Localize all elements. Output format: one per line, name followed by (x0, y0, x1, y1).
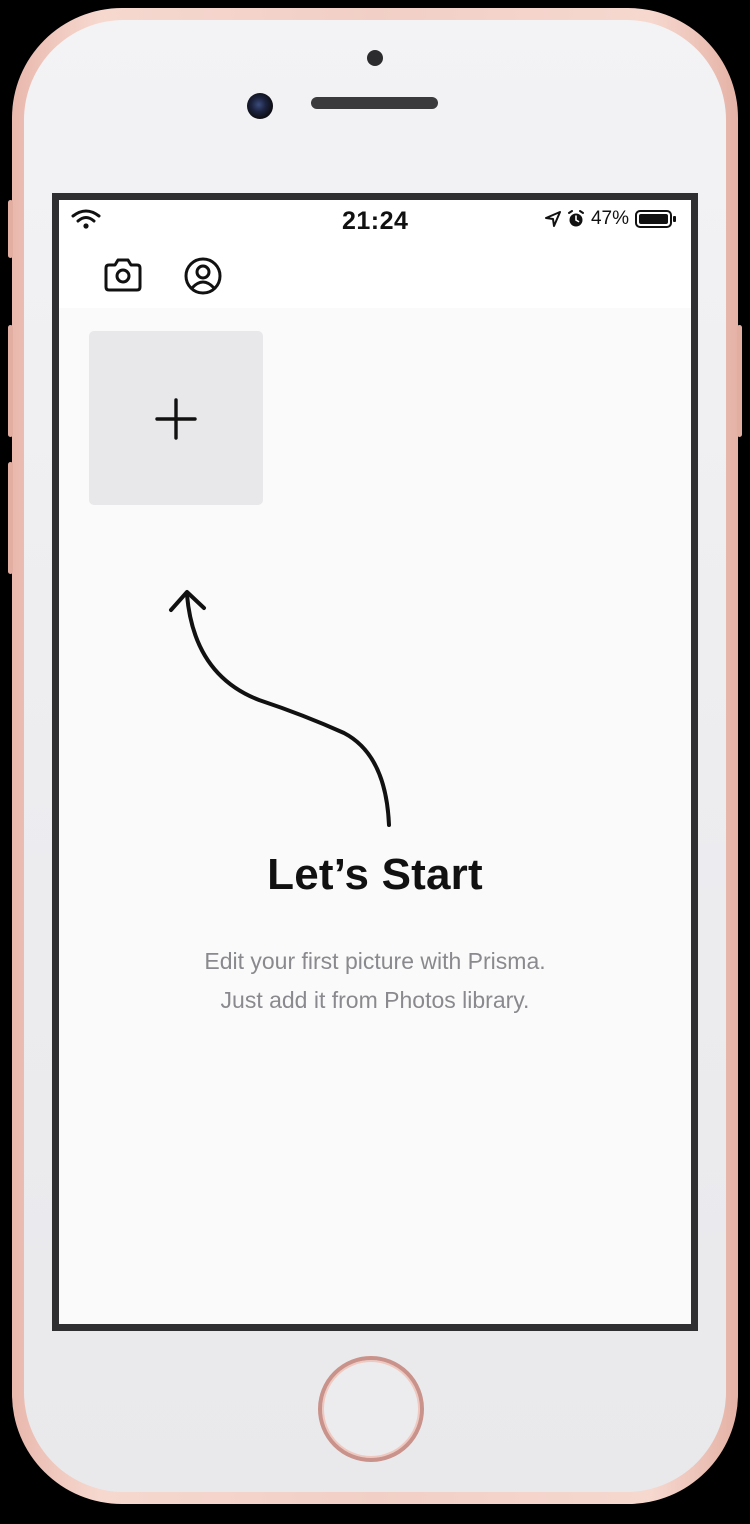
volume-down-button (8, 462, 13, 574)
add-photo-tile[interactable] (89, 331, 263, 505)
wifi-icon (71, 209, 101, 229)
profile-icon[interactable] (181, 254, 225, 298)
volume-up-button (8, 325, 13, 437)
empty-state-title: Let’s Start (267, 850, 483, 899)
app-screen: 21:24 47% Let’s Start Edit your first pi… (52, 193, 698, 1331)
empty-state-line-1: Edit your first picture with Prisma. (204, 948, 546, 974)
plus-icon (155, 398, 197, 440)
status-right-group: 47% (544, 208, 677, 230)
home-button[interactable] (318, 1356, 424, 1462)
status-bar: 21:24 47% (59, 200, 691, 240)
empty-state-description: Edit your first picture with Prisma. Jus… (59, 942, 691, 1020)
camera-icon[interactable] (101, 254, 145, 298)
curved-arrow-icon (169, 590, 391, 827)
app-header (59, 240, 691, 308)
earpiece-speaker (311, 97, 438, 109)
battery-percentage: 47% (590, 208, 629, 229)
status-time: 21:24 (342, 207, 409, 235)
location-arrow-icon (544, 211, 561, 227)
power-button (737, 325, 742, 437)
front-camera-icon (247, 93, 273, 119)
mute-switch (8, 200, 13, 258)
proximity-sensor (367, 50, 383, 66)
battery-icon (635, 210, 676, 228)
alarm-icon (567, 210, 584, 227)
device-mockup: 21:24 47% Let’s Start Edit your first pi… (0, 0, 750, 1524)
empty-state-line-2: Just add it from Photos library. (220, 987, 530, 1013)
